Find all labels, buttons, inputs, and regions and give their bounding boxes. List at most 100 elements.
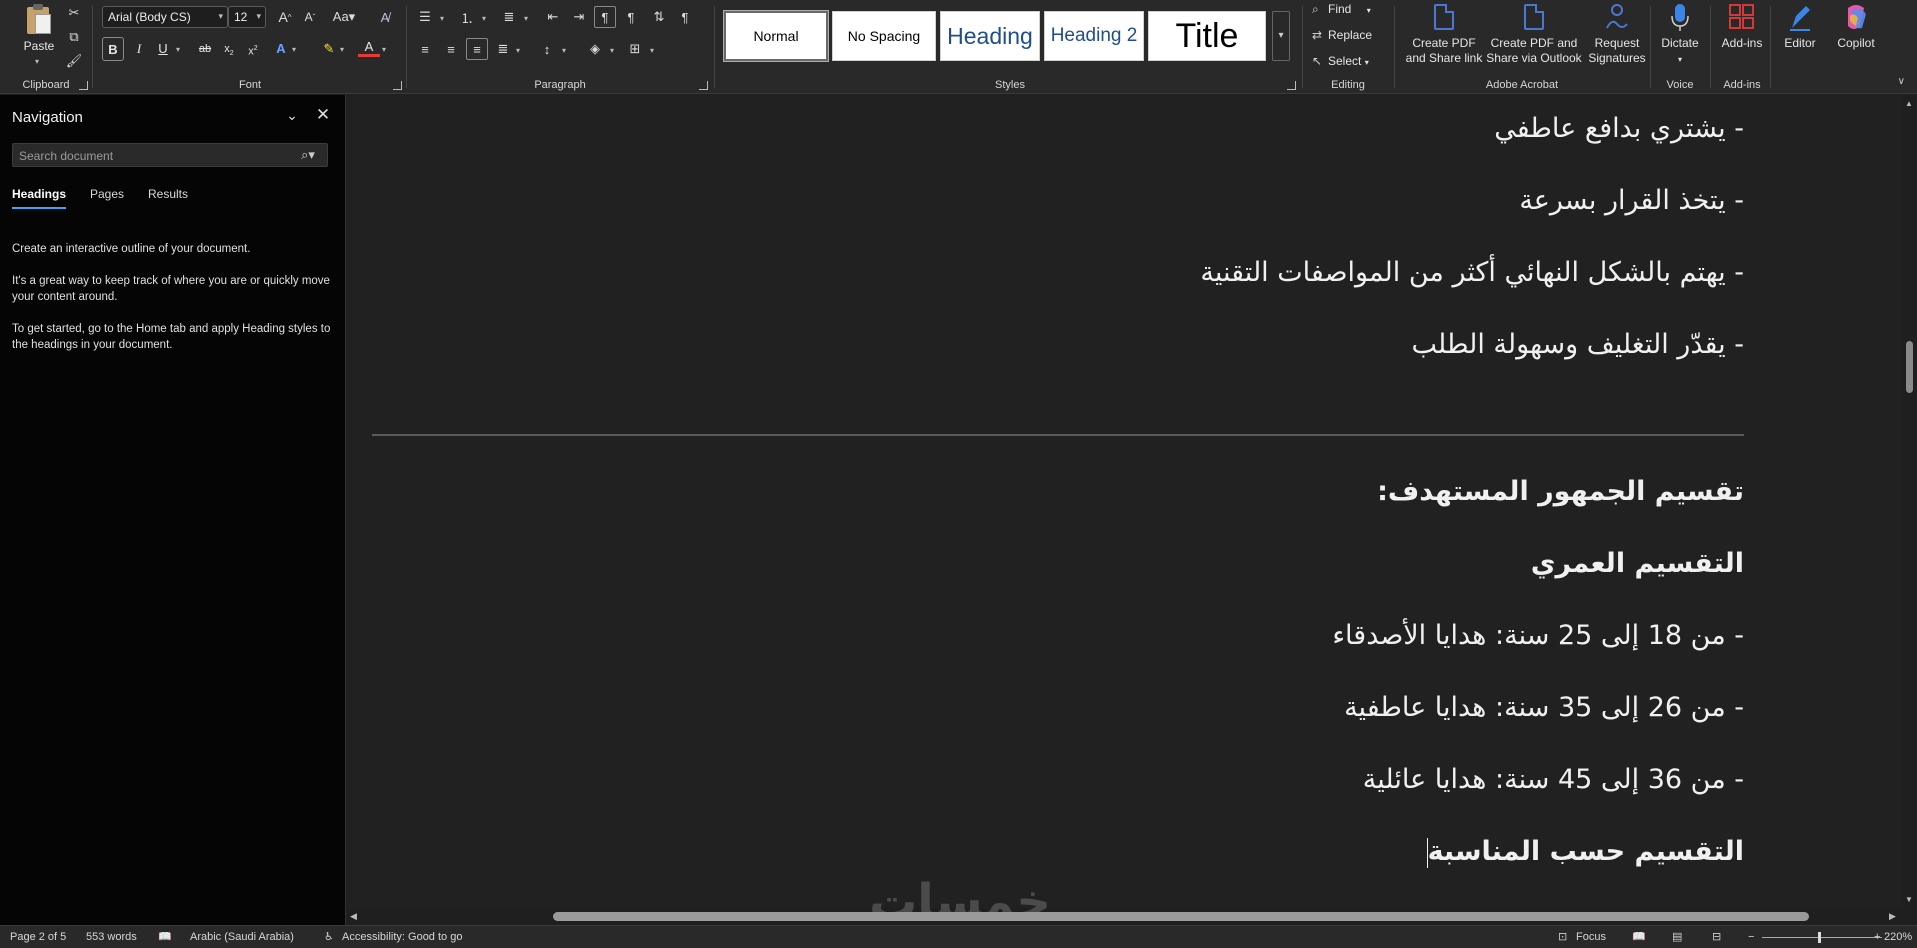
- doc-subheading-age[interactable]: التقسيم العمري: [1531, 548, 1744, 579]
- scroll-down-icon[interactable]: ▼: [1905, 895, 1913, 904]
- superscript-button[interactable]: x2: [242, 37, 264, 61]
- ltr-direction-icon[interactable]: ¶: [620, 6, 642, 28]
- word-count[interactable]: 553 words: [86, 931, 137, 943]
- search-input[interactable]: [19, 147, 289, 164]
- style-no-spacing[interactable]: No Spacing: [832, 11, 936, 61]
- search-document-box[interactable]: ⌕▾: [12, 143, 328, 167]
- text-effects-icon[interactable]: A: [270, 37, 292, 61]
- styles-more-icon[interactable]: ▾: [1272, 11, 1290, 61]
- font-launcher[interactable]: [393, 81, 402, 90]
- shading-dropdown-icon[interactable]: ▾: [610, 46, 614, 55]
- show-marks-icon[interactable]: ¶: [674, 6, 696, 28]
- create-pdf-outlook-button[interactable]: Create PDF and Share via Outlook: [1484, 2, 1584, 66]
- clipboard-launcher[interactable]: [79, 81, 88, 90]
- create-pdf-share-link-button[interactable]: Create PDF and Share link: [1404, 2, 1484, 66]
- copy-icon[interactable]: ⧉: [63, 26, 85, 48]
- doc-age-line[interactable]: - من 18 إلى 25 سنة: هدايا الأصدقاء: [1332, 620, 1744, 651]
- borders-icon[interactable]: ⊞: [624, 38, 646, 60]
- horizontal-scroll-thumb[interactable]: [553, 912, 1809, 921]
- highlight-icon[interactable]: ✎: [318, 37, 340, 61]
- language-indicator[interactable]: Arabic (Saudi Arabia): [190, 931, 294, 943]
- rtl-direction-icon[interactable]: ¶: [594, 6, 616, 28]
- find-dropdown-icon[interactable]: ▾: [1367, 6, 1371, 15]
- scroll-left-icon[interactable]: ◀: [350, 911, 357, 922]
- justify-dropdown-icon[interactable]: ▾: [516, 46, 520, 55]
- horizontal-scrollbar[interactable]: ◀ ▶: [347, 908, 1903, 925]
- focus-button[interactable]: Focus: [1576, 931, 1606, 943]
- replace-button[interactable]: ⇄ Replace: [1312, 28, 1372, 42]
- doc-bullet-line[interactable]: - يقدّر التغليف وسهولة الطلب: [1412, 329, 1744, 360]
- line-spacing-icon[interactable]: ↕: [536, 38, 558, 60]
- accessibility-icon[interactable]: ♿: [324, 930, 334, 943]
- multilevel-list-icon[interactable]: ≣: [498, 6, 520, 28]
- strikethrough-button[interactable]: ab: [194, 37, 216, 61]
- bullets-icon[interactable]: ☰: [414, 6, 436, 28]
- scroll-right-icon[interactable]: ▶: [1889, 911, 1896, 922]
- paste-button[interactable]: Paste ▾: [18, 2, 60, 68]
- paragraph-launcher[interactable]: [699, 81, 708, 90]
- doc-subheading-occasion-row[interactable]: التقسيم حسب المناسبة: [1426, 836, 1744, 868]
- vertical-scroll-thumb[interactable]: [1906, 341, 1913, 393]
- print-layout-icon[interactable]: ▤: [1672, 930, 1682, 943]
- doc-bullet-line[interactable]: - يتخذ القرار بسرعة: [1519, 185, 1744, 216]
- search-icon[interactable]: ⌕▾: [295, 147, 321, 164]
- page-count[interactable]: Page 2 of 5: [10, 931, 66, 943]
- font-color-icon[interactable]: A: [358, 37, 380, 57]
- zoom-level[interactable]: 220%: [1884, 931, 1912, 943]
- italic-button[interactable]: I: [128, 37, 150, 61]
- increase-indent-icon[interactable]: ⇥: [568, 6, 590, 28]
- doc-age-line[interactable]: - من 26 إلى 35 سنة: هدايا عاطفية: [1344, 692, 1744, 723]
- styles-launcher[interactable]: [1287, 81, 1296, 90]
- clear-formatting-icon[interactable]: A̸: [374, 6, 396, 28]
- zoom-slider[interactable]: [1762, 937, 1882, 938]
- align-center-icon[interactable]: ≡: [440, 38, 462, 60]
- doc-bullet-line[interactable]: - يشتري بدافع عاطفي: [1494, 113, 1744, 144]
- format-painter-icon[interactable]: 🖌: [63, 50, 85, 72]
- paste-dropdown-icon[interactable]: ▾: [35, 57, 39, 66]
- numbering-icon[interactable]: ⒈: [456, 6, 478, 28]
- focus-icon[interactable]: ⊡: [1558, 930, 1567, 943]
- document-canvas[interactable]: - يشتري بدافع عاطفي - يتخذ القرار بسرعة …: [347, 95, 1903, 908]
- select-button[interactable]: ↖ Select ▾: [1312, 54, 1369, 68]
- close-icon[interactable]: ✕: [314, 106, 332, 124]
- borders-dropdown-icon[interactable]: ▾: [650, 46, 654, 55]
- scroll-up-icon[interactable]: ▲: [1905, 99, 1913, 108]
- style-heading-2[interactable]: Heading 2: [1044, 11, 1144, 61]
- zoom-out-icon[interactable]: −: [1748, 931, 1754, 943]
- line-spacing-dropdown-icon[interactable]: ▾: [562, 46, 566, 55]
- style-heading[interactable]: Heading: [940, 11, 1040, 61]
- accessibility-status[interactable]: Accessibility: Good to go: [342, 931, 462, 943]
- read-mode-icon[interactable]: 📖: [1632, 930, 1646, 943]
- underline-button[interactable]: U: [152, 37, 174, 61]
- cut-icon[interactable]: ✂: [63, 2, 85, 24]
- zoom-slider-thumb[interactable]: [1818, 932, 1821, 943]
- editor-button[interactable]: Editor: [1772, 2, 1828, 51]
- request-signatures-button[interactable]: Request Signatures: [1586, 2, 1648, 66]
- bold-button[interactable]: B: [102, 37, 124, 61]
- subscript-button[interactable]: x2: [218, 37, 240, 61]
- proofing-book-icon[interactable]: 📖: [158, 930, 172, 943]
- sort-icon[interactable]: ⇅: [648, 6, 670, 28]
- text-effects-dropdown-icon[interactable]: ▾: [292, 45, 296, 54]
- numbering-dropdown-icon[interactable]: ▾: [482, 14, 486, 23]
- style-normal[interactable]: Normal: [723, 10, 829, 62]
- addins-button[interactable]: Add-ins: [1712, 2, 1772, 51]
- font-color-dropdown-icon[interactable]: ▾: [382, 45, 386, 54]
- tab-headings[interactable]: Headings: [12, 187, 67, 209]
- highlight-dropdown-icon[interactable]: ▾: [340, 45, 344, 54]
- decrease-indent-icon[interactable]: ⇤: [542, 6, 564, 28]
- style-title[interactable]: Title: [1148, 11, 1266, 61]
- tab-pages[interactable]: Pages: [90, 187, 124, 207]
- zoom-in-icon[interactable]: +: [1874, 931, 1880, 943]
- grow-font-icon[interactable]: A ^: [274, 6, 296, 28]
- doc-section-heading[interactable]: تقسيم الجمهور المستهدف:: [1377, 476, 1744, 507]
- bullets-dropdown-icon[interactable]: ▾: [440, 14, 444, 23]
- doc-bullet-line[interactable]: - يهتم بالشكل النهائي أكثر من المواصفات …: [1200, 257, 1744, 288]
- font-name-combo[interactable]: Arial (Body CS) ▾: [102, 6, 228, 28]
- change-case-icon[interactable]: Aa▾: [329, 6, 359, 28]
- tab-results[interactable]: Results: [148, 187, 188, 207]
- shading-icon[interactable]: ◈: [584, 38, 606, 60]
- shrink-font-icon[interactable]: Aˇ: [299, 6, 321, 28]
- chevron-down-icon[interactable]: ⌄: [283, 107, 301, 125]
- multilevel-dropdown-icon[interactable]: ▾: [524, 14, 528, 23]
